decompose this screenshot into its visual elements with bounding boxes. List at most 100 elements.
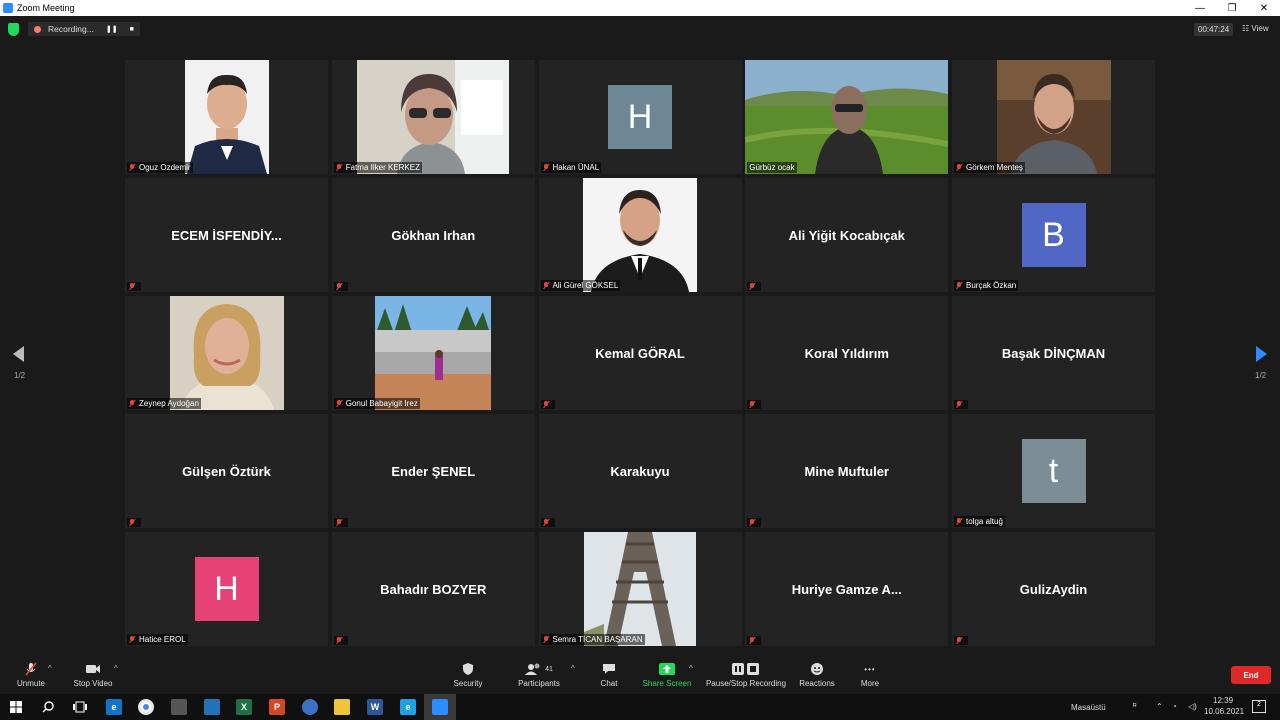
word-icon[interactable]: W (367, 699, 383, 715)
share-options-caret[interactable]: ^ (689, 664, 693, 673)
participant-tile[interactable]: Başak DİNÇMAN (952, 296, 1155, 410)
participant-tile[interactable]: Görkem Menteş (952, 60, 1155, 174)
internet-explorer-icon[interactable]: e (400, 699, 416, 715)
encryption-shield-icon[interactable] (8, 23, 19, 36)
participant-tile[interactable]: Mine Muftuler (745, 414, 949, 528)
muted-mic-icon (336, 519, 342, 526)
participant-tile[interactable]: H Hakan ÜNAL (538, 60, 742, 174)
stop-recording-icon[interactable]: ■ (130, 26, 134, 33)
audio-options-caret[interactable]: ^ (48, 664, 52, 673)
muted-mic-icon (336, 637, 342, 644)
show-hidden-icons-caret[interactable]: ⌃ (1156, 702, 1163, 711)
share-screen-icon (659, 663, 675, 675)
unmute-button[interactable]: Unmute (14, 662, 48, 688)
participant-tile[interactable]: Zeynep Aydoğan (125, 296, 328, 410)
stop-video-button[interactable]: Stop Video (70, 662, 116, 688)
powerpoint-icon[interactable]: P (269, 699, 285, 715)
participant-tile[interactable]: Gökhan Irhan (331, 178, 535, 292)
volume-icon[interactable]: ◁) (1188, 702, 1197, 711)
desktop-toolbar-label[interactable]: Masaüstü (1071, 703, 1106, 712)
participant-tile[interactable]: Bahadır BOZYER (331, 532, 535, 646)
people-tray-icon[interactable]: ᴿ (1133, 702, 1137, 711)
participant-video (184, 60, 269, 174)
chrome-browser-icon[interactable] (138, 699, 154, 715)
clock-date[interactable]: 10.06.2021 (1204, 707, 1244, 716)
participant-tile[interactable]: Karakuyu (538, 414, 742, 528)
prev-page-arrow-icon[interactable] (13, 346, 24, 362)
more-button[interactable]: ••• More (857, 662, 883, 689)
participant-avatar: B (1021, 203, 1086, 267)
participant-name: Karakuyu (610, 463, 670, 479)
participant-tile[interactable]: Gonul Babayigit Irez (331, 296, 535, 410)
muted-mic-icon (129, 636, 135, 643)
participant-tile[interactable]: Fatma Ilker KERKEZ (331, 60, 535, 174)
view-button[interactable]: ☷ View (1242, 24, 1269, 33)
participant-tile[interactable]: H Hatice EROL (125, 532, 328, 646)
chat-bubble-icon (603, 664, 615, 674)
network-icon[interactable]: ◔ (1172, 702, 1177, 711)
reactions-smiley-icon (811, 663, 823, 675)
task-view-icon[interactable] (73, 701, 87, 713)
zoom-taskbar-icon (432, 699, 448, 715)
muted-indicator (747, 400, 762, 409)
maximize-button[interactable]: ❐ (1216, 3, 1248, 14)
search-icon[interactable] (42, 701, 54, 713)
participant-tile[interactable]: Oguz Ozdemir (125, 60, 328, 174)
globe-app-icon[interactable] (302, 699, 318, 715)
notifications-icon[interactable]: 2 (1252, 700, 1266, 713)
muted-indicator (540, 400, 555, 409)
participant-avatar: H (608, 85, 672, 149)
muted-mic-icon (543, 401, 549, 408)
pause-stop-recording-button[interactable]: Pause/Stop Recording (703, 662, 789, 688)
participant-tile[interactable]: Ali Gürel GÖKSEL (538, 178, 742, 292)
zoom-taskbar-active[interactable] (424, 694, 456, 720)
participant-tile[interactable]: Semra TİCAN BAŞARAN (538, 532, 742, 646)
windows-start-icon[interactable] (10, 701, 22, 713)
participant-tile[interactable]: Kemal GÖRAL (538, 296, 742, 410)
muted-indicator (333, 518, 348, 527)
participant-tile[interactable]: ECEM İSFENDİY... (125, 178, 328, 292)
participant-tile[interactable]: Ali Yiğit Kocabıçak (745, 178, 949, 292)
participant-name-label: Hakan ÜNAL (540, 162, 602, 173)
excel-icon[interactable]: X (236, 699, 252, 715)
security-button[interactable]: Security (450, 662, 486, 688)
next-page-arrow-icon[interactable] (1256, 346, 1267, 362)
participant-name: Mine Muftuler (804, 463, 890, 479)
windows-taskbar: e X P W e Masaüstü ᴿ ⌃ ◔ ◁) 12:39 10.06.… (0, 694, 1280, 720)
file-explorer-icon[interactable] (334, 699, 350, 715)
participant-tile-active-speaker[interactable]: Gürbüz ocak (745, 60, 949, 174)
minimize-button[interactable]: — (1184, 3, 1216, 14)
participants-options-caret[interactable]: ^ (571, 664, 575, 673)
reactions-button[interactable]: Reactions (798, 662, 836, 688)
video-options-caret[interactable]: ^ (114, 664, 118, 673)
end-meeting-button[interactable]: End (1231, 666, 1271, 684)
pause-recording-icon[interactable]: ❚❚ (106, 25, 118, 33)
store-icon[interactable] (171, 699, 187, 715)
participant-name-label: Ali Gürel GÖKSEL (540, 280, 621, 291)
participant-name-label: Zeynep Aydoğan (127, 398, 201, 409)
participant-tile[interactable]: Koral Yıldırım (745, 296, 949, 410)
close-button[interactable]: ✕ (1248, 3, 1280, 14)
clock-time[interactable]: 12:39 (1213, 696, 1233, 705)
edge-browser-icon[interactable]: e (106, 699, 122, 715)
participant-tile[interactable]: Gülşen Öztürk (125, 414, 328, 528)
muted-mic-icon (749, 637, 755, 644)
muted-mic-icon (956, 637, 962, 644)
participant-tile[interactable]: Ender ŞENEL (331, 414, 535, 528)
participant-tile[interactable]: Huriye Gamze A... (745, 532, 949, 646)
participant-tile[interactable]: GulizAydin (952, 532, 1155, 646)
muted-indicator (333, 636, 348, 645)
muted-mic-icon (749, 519, 755, 526)
participant-video (169, 296, 284, 410)
participants-button[interactable]: 41 Participants (513, 662, 565, 688)
muted-mic-icon (749, 401, 755, 408)
participant-name-label: Gonul Babayigit Irez (333, 398, 420, 409)
participant-video (584, 532, 696, 646)
share-screen-button[interactable]: Share Screen (642, 662, 692, 688)
mail-icon[interactable] (204, 699, 220, 715)
participant-tile[interactable]: B Burçak Özkan (952, 178, 1155, 292)
participant-tile[interactable]: t tolga altuğ (952, 414, 1155, 528)
muted-indicator (540, 518, 555, 527)
chat-button[interactable]: Chat (596, 662, 622, 688)
meeting-top-bar: Recording... ❚❚ ■ 00:47:24 ☷ View (0, 16, 1280, 44)
